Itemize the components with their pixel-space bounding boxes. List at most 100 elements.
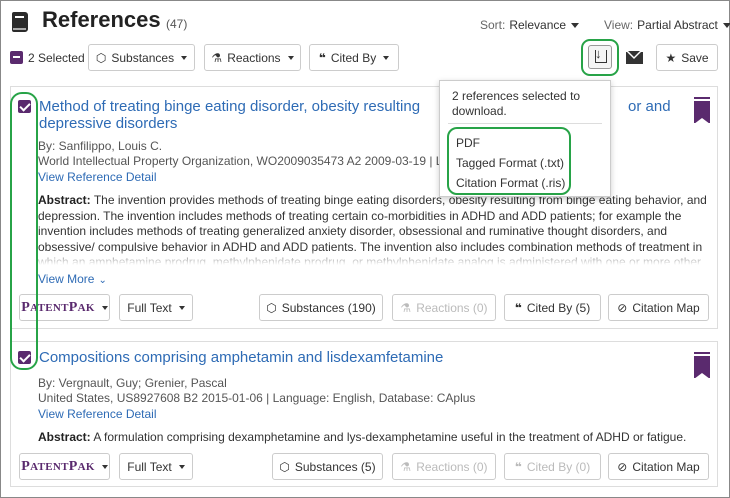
view-more-link[interactable]: View More ⌄ — [38, 272, 107, 286]
view-label: View: — [604, 18, 634, 32]
reference-authors: By: Vergnault, Guy; Grenier, Pascal — [38, 376, 227, 390]
chevron-down-icon — [178, 305, 185, 310]
substances-count-button[interactable]: ⬡ Substances (5) — [272, 453, 383, 480]
reference-title-line1: Method of treating binge eating disorder… — [39, 98, 421, 115]
save-button[interactable]: ★ Save — [656, 44, 718, 71]
patentpak-logo: PATENTPAK — [21, 458, 95, 474]
cited-by-button[interactable]: ❝ Cited By — [309, 44, 399, 71]
reference-checkbox[interactable] — [18, 100, 31, 113]
star-icon: ★ — [665, 50, 677, 65]
reactions-button[interactable]: ⚗ Reactions — [204, 44, 301, 71]
download-menu: 2 references selected to download. PDF T… — [439, 80, 611, 197]
cited-by-button-label: Cited By — [330, 50, 377, 65]
download-tagged-option[interactable]: Tagged Format (.txt) — [456, 156, 564, 170]
page-title: References — [42, 7, 161, 32]
abstract-fade — [38, 251, 715, 265]
page-header: References (47) Sort: Relevance View: Part… — [10, 6, 730, 40]
reference-title-line2: depressive disorders — [39, 115, 178, 132]
reference-source: United States, US8927608 B2 2015-01-06 |… — [38, 391, 476, 405]
abstract-text: A formulation comprising dexamphetamine … — [93, 430, 687, 444]
download-pdf-option[interactable]: PDF — [456, 136, 480, 150]
cited-by-count-button[interactable]: ❝ Cited By (0) — [504, 453, 601, 480]
view-reference-detail-link[interactable]: View Reference Detail — [38, 170, 157, 184]
citation-map-icon: ⊘ — [617, 300, 628, 315]
bookmark-ribbon-icon — [694, 352, 710, 354]
bookmark-ribbon-icon — [694, 97, 710, 99]
full-text-label: Full Text — [127, 300, 172, 315]
view-value: Partial Abstract — [637, 18, 718, 32]
bookmark-ribbon-icon[interactable] — [694, 356, 710, 379]
flask-icon: ⚗ — [400, 459, 412, 474]
reference-count: (47) — [166, 17, 188, 31]
citation-map-label: Citation Map — [632, 300, 700, 315]
patentpak-button[interactable]: PATENTPAK — [19, 453, 110, 480]
citation-map-button[interactable]: ⊘ Citation Map — [608, 453, 709, 480]
quote-icon: ❝ — [318, 50, 326, 65]
bookmark-ribbon-icon[interactable] — [694, 101, 710, 124]
chevron-down-icon — [101, 305, 108, 310]
view-reference-detail-link[interactable]: View Reference Detail — [38, 407, 157, 421]
view-dropdown[interactable]: View: Partial Abstract — [604, 18, 730, 32]
reference-title[interactable]: Compositions comprising amphetamin and l… — [39, 349, 679, 366]
sort-label: Sort: — [480, 18, 506, 32]
download-citation-option[interactable]: Citation Format (.ris) — [456, 176, 565, 190]
reference-authors: By: Sanfilippo, Louis C. — [38, 139, 163, 153]
substances-button[interactable]: ⬡ Substances — [88, 44, 195, 71]
sort-value: Relevance — [509, 18, 567, 32]
quote-icon: ❝ — [514, 459, 522, 474]
substance-icon: ⬡ — [266, 300, 277, 315]
mail-icon[interactable] — [626, 51, 643, 64]
toolbar: 2 Selected ⬡ Substances ⚗ Reactions ❝ Cited… — [10, 44, 720, 72]
chevron-down-icon — [287, 55, 294, 60]
substances-count-label: Substances (5) — [294, 459, 376, 474]
cited-by-count-label: Cited By (0) — [526, 459, 591, 474]
citation-map-button[interactable]: ⊘ Citation Map — [608, 294, 709, 321]
view-more-label: View More — [38, 272, 95, 286]
chevron-down-icon: ⌄ — [98, 275, 107, 286]
full-text-button[interactable]: Full Text — [119, 294, 193, 321]
abstract-label: Abstract: — [38, 430, 91, 444]
reactions-count-button[interactable]: ⚗ Reactions (0) — [392, 294, 496, 321]
full-text-label: Full Text — [127, 459, 172, 474]
patentpak-logo: PATENTPAK — [21, 299, 95, 315]
reference-card: Compositions comprising amphetamin and l… — [10, 341, 718, 487]
substance-icon: ⬡ — [95, 50, 107, 65]
reference-source: World Intellectual Property Organization… — [38, 154, 463, 168]
reference-checkbox[interactable] — [18, 351, 31, 364]
full-text-button[interactable]: Full Text — [119, 453, 193, 480]
substances-count-button[interactable]: ⬡ Substances (190) — [259, 294, 383, 321]
chevron-down-icon — [101, 464, 108, 469]
substances-button-label: Substances — [111, 50, 175, 65]
substance-icon: ⬡ — [279, 459, 290, 474]
selected-count: 2 Selected — [28, 51, 85, 65]
download-button[interactable] — [588, 45, 612, 69]
chevron-down-icon — [722, 23, 730, 29]
save-button-label: Save — [681, 50, 709, 65]
quote-icon: ❝ — [514, 300, 522, 315]
chevron-down-icon — [571, 23, 580, 29]
substances-count-label: Substances (190) — [281, 300, 376, 315]
sort-dropdown[interactable]: Sort: Relevance — [480, 18, 580, 32]
menu-divider — [448, 123, 602, 124]
cited-by-count-button[interactable]: ❝ Cited By (5) — [504, 294, 601, 321]
select-all-checkbox[interactable] — [10, 51, 23, 64]
reactions-count-button[interactable]: ⚗ Reactions (0) — [392, 453, 496, 480]
flask-icon: ⚗ — [400, 300, 412, 315]
reference-title-line1: Compositions comprising amphetamin and l… — [39, 349, 444, 366]
reference-title-tail: or and — [628, 98, 671, 115]
reference-abstract: Abstract: A formulation comprising dexam… — [38, 430, 715, 446]
reactions-button-label: Reactions — [227, 50, 281, 65]
chevron-down-icon — [181, 55, 188, 60]
patentpak-button[interactable]: PATENTPAK — [19, 294, 110, 321]
flask-icon: ⚗ — [211, 50, 223, 65]
chevron-down-icon — [383, 55, 390, 60]
book-icon — [12, 12, 28, 32]
reactions-count-label: Reactions (0) — [416, 300, 488, 315]
chevron-down-icon — [178, 464, 185, 469]
reactions-count-label: Reactions (0) — [416, 459, 488, 474]
citation-map-label: Citation Map — [632, 459, 700, 474]
reference-card: Method of treating binge eating disorder… — [10, 86, 718, 329]
citation-map-icon: ⊘ — [617, 459, 628, 474]
download-message: 2 references selected to download. — [452, 89, 581, 118]
cited-by-count-label: Cited By (5) — [526, 300, 591, 315]
